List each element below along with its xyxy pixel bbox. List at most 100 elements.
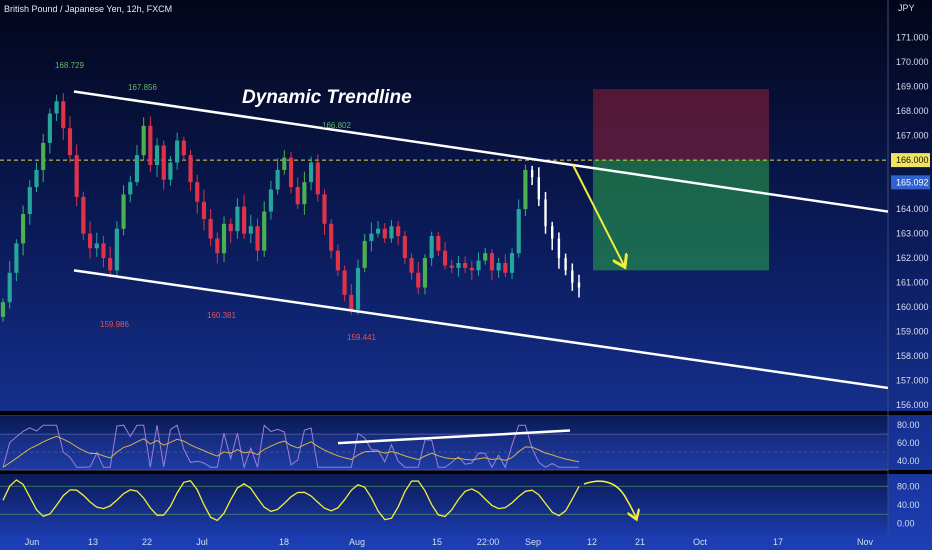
chart-stage: British Pound / Japanese Yen, 12h, FXCM … <box>0 0 932 550</box>
x-tick-label: Nov <box>857 537 874 547</box>
y-tick-label: 169.000 <box>896 82 929 92</box>
osc-tick-label: 80.00 <box>897 481 920 491</box>
candle-body <box>228 223 233 232</box>
candle-body <box>21 214 26 244</box>
extreme-price-label: 159.441 <box>347 333 376 342</box>
y-tick-label: 168.000 <box>896 106 929 116</box>
candle-body <box>369 233 374 241</box>
candle-body <box>496 263 501 271</box>
candle-body <box>335 250 340 271</box>
candle-body <box>47 113 52 143</box>
extreme-price-label: 168.729 <box>55 61 84 70</box>
y-tick-label: 171.000 <box>896 33 929 43</box>
y-tick-label: 163.000 <box>896 229 929 239</box>
candle-body <box>396 226 401 237</box>
candle-body <box>564 258 567 271</box>
x-tick-label: 22:00 <box>477 537 500 547</box>
price-tag-label: 166.000 <box>896 155 929 165</box>
candle-body <box>101 243 106 259</box>
rsi-tick-label: 80.00 <box>897 420 920 430</box>
candle-body <box>295 187 300 205</box>
extreme-price-label: 167.856 <box>128 83 157 92</box>
candle-body <box>7 272 12 303</box>
candle-body <box>61 101 66 129</box>
candle-body <box>315 162 320 195</box>
x-tick-label: 13 <box>88 537 98 547</box>
candle-body <box>248 226 253 234</box>
chart-title: British Pound / Japanese Yen, 12h, FXCM <box>4 4 172 14</box>
stop-loss-zone <box>593 89 769 161</box>
candle-body <box>288 157 294 188</box>
candle-body <box>551 226 554 239</box>
x-tick-label: Oct <box>693 537 708 547</box>
candle-body <box>54 101 59 114</box>
y-tick-label: 156.000 <box>896 400 929 410</box>
candle-body <box>516 209 521 254</box>
candle-body <box>355 267 361 310</box>
take-profit-zone <box>593 160 769 271</box>
x-tick-label: 21 <box>635 537 645 547</box>
candle-body <box>476 260 481 271</box>
candle-body <box>322 194 327 224</box>
osc-tick-label: 0.00 <box>897 519 915 529</box>
candle-body <box>128 182 133 195</box>
candle-body <box>275 169 280 190</box>
candle-body <box>402 236 407 259</box>
candle-body <box>161 145 166 180</box>
candle-body <box>302 182 307 205</box>
osc-pane-background <box>0 474 888 534</box>
candle-body <box>41 142 46 170</box>
x-tick-label: Sep <box>525 537 541 547</box>
candle-body <box>242 206 247 234</box>
y-tick-label: 157.000 <box>896 376 929 386</box>
candle-body <box>262 211 267 251</box>
candle-body <box>148 125 153 165</box>
x-tick-label: 17 <box>773 537 783 547</box>
candle-body <box>537 177 541 200</box>
y-tick-label: 162.000 <box>896 253 929 263</box>
candle-body <box>141 125 146 156</box>
candle-body <box>87 233 93 249</box>
candle-body <box>208 218 213 239</box>
candle-body <box>309 162 314 183</box>
currency-label: JPY <box>898 3 915 13</box>
candle-body <box>375 228 381 234</box>
extreme-price-label: 166.802 <box>322 121 351 130</box>
candle-body <box>456 263 461 268</box>
y-tick-label: 160.000 <box>896 302 929 312</box>
candle-body <box>509 253 515 273</box>
candle-body <box>108 258 113 271</box>
candle-body <box>530 169 534 178</box>
y-tick-label: 167.000 <box>896 131 929 141</box>
candle-body <box>94 243 99 249</box>
candle-body <box>557 238 561 259</box>
candle-body <box>282 157 287 170</box>
candle-body <box>577 282 581 288</box>
candle-body <box>121 194 126 229</box>
rsi-tick-label: 40.00 <box>897 456 920 466</box>
candle-body <box>449 265 454 268</box>
price-tag-label: 165.092 <box>896 177 929 187</box>
candle-body <box>329 223 334 251</box>
y-tick-label: 161.000 <box>896 278 929 288</box>
candle-body <box>463 263 468 268</box>
candle-body <box>235 206 240 232</box>
candle-body <box>544 199 547 227</box>
candle-body <box>195 182 200 202</box>
candle-body <box>134 155 140 183</box>
candle-body <box>175 140 180 163</box>
candle-body <box>0 302 6 317</box>
candle-body <box>154 145 160 165</box>
x-tick-label: 12 <box>587 537 597 547</box>
candle-body <box>489 253 495 271</box>
candle-body <box>74 155 79 197</box>
candle-body <box>429 236 434 259</box>
candle-body <box>221 223 227 254</box>
candle-body <box>27 187 32 214</box>
x-tick-label: 15 <box>432 537 442 547</box>
x-tick-label: Jul <box>196 537 208 547</box>
chart-svg[interactable]: British Pound / Japanese Yen, 12h, FXCM … <box>0 0 932 550</box>
candle-body <box>382 228 387 239</box>
candle-body <box>168 162 173 180</box>
extreme-price-label: 159.986 <box>100 320 129 329</box>
